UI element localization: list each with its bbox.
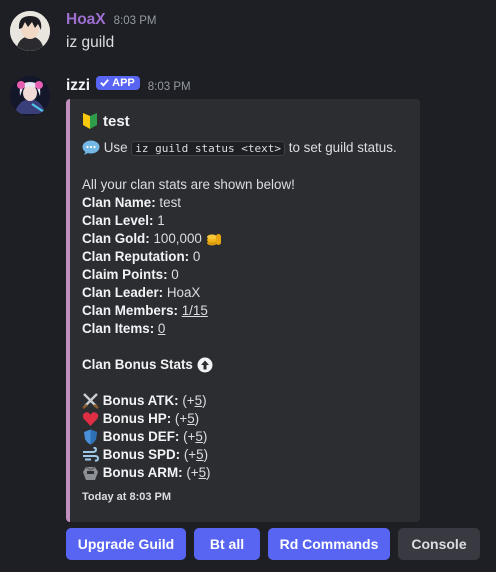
bonus-value[interactable]: 5 [195,429,202,444]
embed-footer: Today at 8:03 PM [82,491,172,503]
username[interactable]: izzi [66,77,90,95]
bonus-prefix: (+ [174,411,188,426]
timestamp: 8:03 PM [113,15,157,27]
stat-label: Clan Leader: [82,285,164,300]
intro-text: All your clan stats are shown below! [82,177,295,192]
hint-suffix: to set guild status. [288,140,397,155]
upgrade-guild-button[interactable]: Upgrade Guild [66,528,186,560]
bonus-row: Bonus ARM: (+5) [82,464,412,482]
stat-value[interactable]: 0 [158,321,165,336]
bonus-value[interactable]: 5 [196,447,203,462]
bonus-value[interactable]: 5 [187,411,194,426]
stat-value: 0 [192,249,201,264]
bonus-value[interactable]: 5 [195,393,202,408]
bonus-header: Clan Bonus Stats [82,356,412,374]
stat-label: Claim Points: [82,267,168,282]
bonus-label: Bonus DEF: [102,429,180,444]
stat-label: Clan Gold: [82,231,150,246]
bonus-label: Bonus HP: [102,411,172,426]
stat-value[interactable]: 1/15 [182,303,208,318]
avatar[interactable] [10,76,50,116]
bonus-suffix: ) [202,429,208,444]
bonus-row: Bonus HP: (+5) [82,410,412,428]
stat-row: Clan Members: 1/15 [82,302,412,320]
bonus-prefix: (+ [186,465,199,480]
stat-label: Clan Items: [82,321,155,336]
stat-label: Clan Level: [82,213,154,228]
bonus-prefix: (+ [183,447,197,462]
command-code: iz guild status <text> [131,141,285,156]
beginner-badge-icon [83,113,97,129]
message-content: iz guild [66,34,115,51]
crossed-swords-icon [82,393,99,410]
bonus-value[interactable]: 5 [199,465,206,480]
bonus-suffix: ) [194,411,200,426]
embed-title-text: test [103,112,130,130]
app-badge: APP [96,75,140,90]
bonus-suffix: ) [206,465,211,480]
bonus-suffix: ) [203,447,209,462]
shield-icon [84,429,97,445]
stat-value: 0 [171,267,179,282]
stat-value: test [159,195,181,210]
wind-icon [83,447,99,463]
rd-commands-button[interactable]: Rd Commands [268,528,390,560]
heart-icon [82,412,99,427]
hint-prefix: Use [103,140,128,155]
bonus-label: Bonus ARM: [102,465,183,480]
timestamp: 8:03 PM [147,81,191,93]
checkmark-icon [100,79,109,87]
app-badge-label: APP [112,76,135,89]
armor-icon [83,466,98,481]
stat-value: HoaX [166,285,201,300]
bonus-row: Bonus SPD: (+5) [82,446,412,464]
stat-row: Clan Level: 1 [82,212,412,230]
stat-value: 100,000 [153,231,202,246]
arrow-up-circle-icon [197,357,213,373]
stat-row: Clan Reputation: 0 [82,248,412,266]
bonus-suffix: ) [202,393,207,408]
embed-title: test [82,111,412,131]
avatar[interactable] [10,11,50,51]
stat-row: Clan Gold: 100,000 [82,230,412,248]
bt-all-button[interactable]: Bt all [194,528,260,560]
stat-label: Clan Members: [82,303,178,318]
gold-coins-icon [206,234,221,246]
stat-row: Claim Points: 0 [82,266,412,284]
stat-label: Clan Name: [82,195,156,210]
bonus-label: Bonus ATK: [102,393,179,408]
stat-value: 1 [157,213,165,228]
bonus-header-text: Clan Bonus Stats [82,357,193,372]
stat-label: Clan Reputation: [82,249,190,264]
stat-row: Clan Leader: HoaX [82,284,412,302]
console-button[interactable]: Console [398,528,480,560]
bonus-prefix: (+ [183,429,196,444]
bonus-row: Bonus DEF: (+5) [82,428,412,446]
guild-embed: test Use iz guild status <text> to set g… [66,99,420,522]
bonus-row: Bonus ATK: (+5) [82,392,412,410]
speech-balloon-icon [82,140,100,156]
hint-line: Use iz guild status <text> to set guild … [82,139,412,158]
bonus-label: Bonus SPD: [102,447,181,462]
stat-row: Clan Items: 0 [82,320,412,338]
bonus-prefix: (+ [182,393,195,408]
stat-row: Clan Name: test [82,194,412,212]
username[interactable]: HoaX [66,11,106,29]
